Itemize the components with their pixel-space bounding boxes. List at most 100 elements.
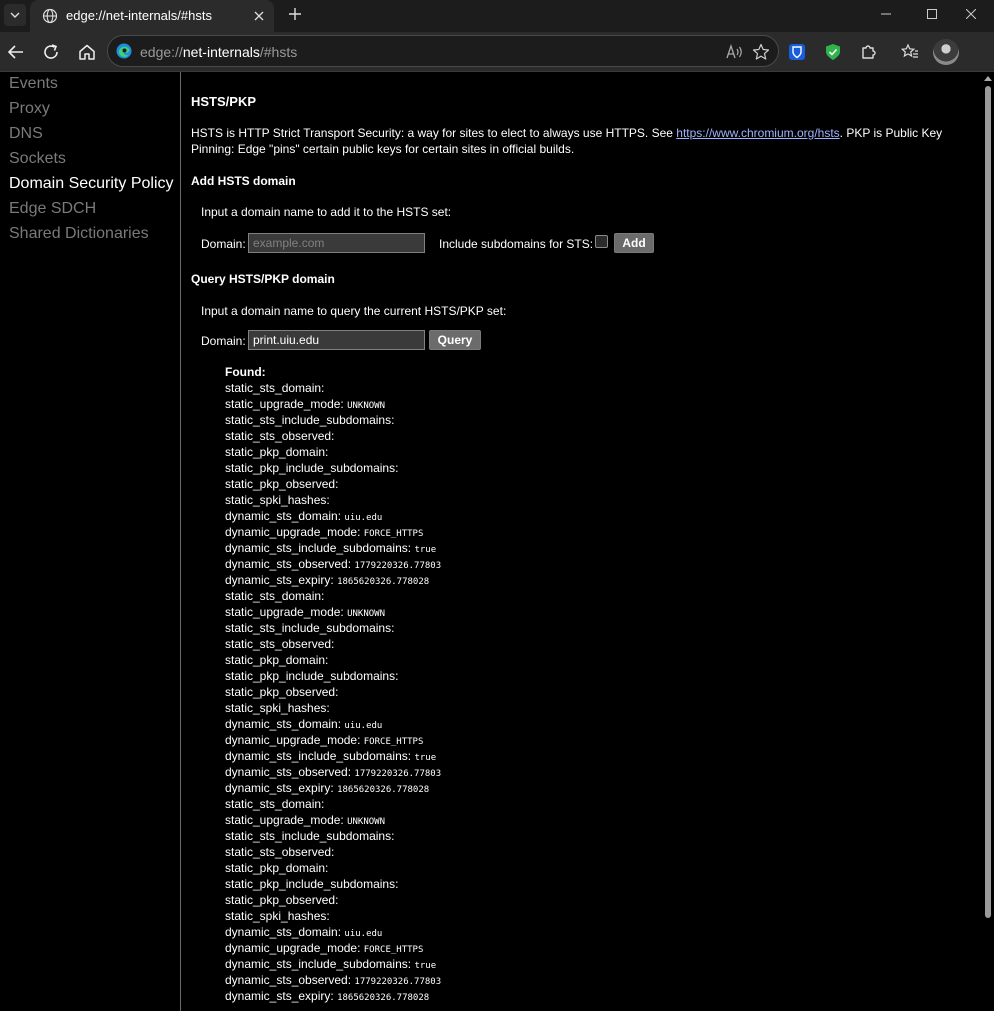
result-key: dynamic_sts_include_subdomains: <box>225 541 412 555</box>
result-key: static_pkp_observed: <box>225 893 339 907</box>
sidebar-item-proxy[interactable]: Proxy <box>9 98 50 120</box>
query-hsts-heading: Query HSTS/PKP domain <box>191 272 335 286</box>
include-subdomains-checkbox[interactable] <box>595 235 608 248</box>
result-key: static_sts_observed: <box>225 429 335 443</box>
result-line: static_sts_observed: <box>225 428 441 444</box>
result-key: dynamic_sts_domain: <box>225 509 342 523</box>
found-label: Found: <box>225 365 266 379</box>
minimize-button[interactable] <box>863 0 909 28</box>
result-key: dynamic_sts_observed: <box>225 557 352 571</box>
result-value: true <box>414 545 437 555</box>
query-button[interactable]: Query <box>429 330 481 350</box>
result-key: static_sts_domain: <box>225 797 325 811</box>
add-domain-label: Domain: <box>201 237 246 251</box>
extensions-button[interactable] <box>855 38 883 66</box>
page-scrollbar[interactable] <box>982 72 994 1011</box>
result-key: dynamic_sts_include_subdomains: <box>225 957 412 971</box>
add-hsts-heading: Add HSTS domain <box>191 174 296 188</box>
result-key: static_upgrade_mode: <box>225 813 344 827</box>
result-key: static_sts_observed: <box>225 637 335 651</box>
tab-close-button[interactable] <box>250 7 268 25</box>
read-aloud-button[interactable] <box>724 41 746 63</box>
refresh-button[interactable] <box>37 38 65 66</box>
result-line: dynamic_sts_include_subdomains: true <box>225 748 441 764</box>
bitwarden-extension-button[interactable] <box>783 38 811 66</box>
profile-avatar[interactable] <box>933 39 959 65</box>
new-tab-button[interactable] <box>284 3 306 25</box>
result-key: dynamic_upgrade_mode: <box>225 733 361 747</box>
star-icon <box>752 43 770 60</box>
result-line: static_sts_observed: <box>225 844 441 860</box>
globe-icon <box>42 8 58 24</box>
close-icon <box>254 11 264 21</box>
tab-title: edge://net-internals/#hsts <box>66 8 212 23</box>
add-hsts-description: Input a domain name to add it to the HST… <box>201 205 452 219</box>
result-line: static_pkp_domain: <box>225 444 441 460</box>
sidebar-item-events[interactable]: Events <box>9 73 58 95</box>
result-value: UNKNOWN <box>347 609 386 619</box>
net-internals-sidebar: Events Proxy DNS Sockets Domain Security… <box>0 72 181 1011</box>
result-key: static_spki_hashes: <box>225 701 330 715</box>
back-button[interactable] <box>2 38 30 66</box>
result-line: static_sts_domain: <box>225 588 441 604</box>
result-line: static_sts_domain: <box>225 796 441 812</box>
result-key: static_upgrade_mode: <box>225 605 344 619</box>
browser-toolbar: edge://net-internals/#hsts <box>0 32 994 72</box>
result-line: static_sts_include_subdomains: <box>225 828 441 844</box>
plus-icon <box>289 8 301 20</box>
add-button[interactable]: Add <box>614 233 654 253</box>
browser-tab[interactable]: edge://net-internals/#hsts <box>30 0 274 32</box>
result-value: uiu.edu <box>344 721 383 731</box>
home-button[interactable] <box>73 38 101 66</box>
favorites-list-icon <box>901 43 918 58</box>
add-domain-input[interactable] <box>248 233 425 253</box>
sidebar-item-shared-dictionaries[interactable]: Shared Dictionaries <box>9 223 149 245</box>
include-subdomains-label: Include subdomains for STS: <box>439 237 594 251</box>
tab-strip: edge://net-internals/#hsts <box>0 0 994 32</box>
tab-actions-menu-button[interactable] <box>4 4 26 26</box>
sidebar-item-dns[interactable]: DNS <box>9 123 43 145</box>
result-key: dynamic_sts_observed: <box>225 973 352 987</box>
result-key: dynamic_sts_expiry: <box>225 989 334 1003</box>
result-value: 1865620326.778028 <box>337 577 430 587</box>
result-key: static_pkp_include_subdomains: <box>225 877 399 891</box>
result-line: static_pkp_include_subdomains: <box>225 876 441 892</box>
page-title: HSTS/PKP <box>191 94 257 109</box>
scrollbar-thumb[interactable] <box>985 86 991 918</box>
result-line: dynamic_sts_domain: uiu.edu <box>225 924 441 940</box>
result-line: static_spki_hashes: <box>225 908 441 924</box>
favorite-star-button[interactable] <box>750 41 772 63</box>
puzzle-icon <box>862 45 876 59</box>
result-key: static_spki_hashes: <box>225 493 330 507</box>
refresh-icon <box>44 44 58 59</box>
result-line: dynamic_sts_domain: uiu.edu <box>225 508 441 524</box>
result-line: dynamic_sts_observed: 1779220326.77803 <box>225 556 441 572</box>
result-line: static_pkp_observed: <box>225 684 441 700</box>
result-key: static_pkp_include_subdomains: <box>225 669 399 683</box>
result-key: static_pkp_domain: <box>225 653 329 667</box>
result-value: 1779220326.77803 <box>354 561 442 571</box>
result-line: dynamic_sts_observed: 1779220326.77803 <box>225 972 441 988</box>
sidebar-item-edge-sdch[interactable]: Edge SDCH <box>9 198 96 220</box>
result-line: static_sts_include_subdomains: <box>225 620 441 636</box>
scroll-up-arrow-icon[interactable] <box>984 76 992 81</box>
favorites-button[interactable] <box>896 38 924 66</box>
address-bar[interactable]: edge://net-internals/#hsts <box>107 35 779 67</box>
result-key: static_sts_domain: <box>225 589 325 603</box>
security-extension-button[interactable] <box>819 38 847 66</box>
close-window-button[interactable] <box>948 0 994 28</box>
query-domain-label: Domain: <box>201 334 246 348</box>
bitwarden-shield-icon <box>789 44 805 60</box>
result-value: FORCE_HTTPS <box>363 529 424 539</box>
result-key: static_pkp_observed: <box>225 685 339 699</box>
result-value: 1779220326.77803 <box>354 769 442 779</box>
sidebar-item-domain-security-policy[interactable]: Domain Security Policy <box>9 173 174 195</box>
sidebar-item-sockets[interactable]: Sockets <box>9 148 66 170</box>
query-domain-input[interactable] <box>248 330 425 350</box>
address-text: edge://net-internals/#hsts <box>140 44 298 60</box>
read-aloud-icon <box>726 44 742 59</box>
chromium-hsts-link[interactable]: https://www.chromium.org/hsts <box>676 126 839 140</box>
result-line: static_upgrade_mode: UNKNOWN <box>225 604 441 620</box>
result-key: static_pkp_include_subdomains: <box>225 461 399 475</box>
minimize-icon <box>881 13 891 15</box>
